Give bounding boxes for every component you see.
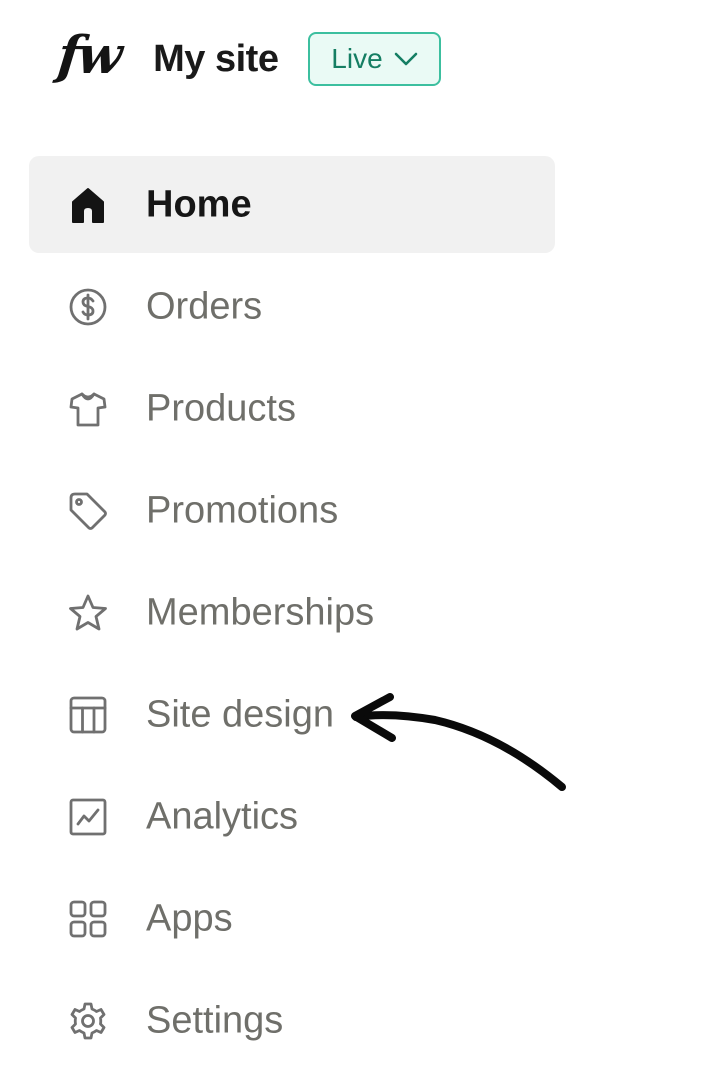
chevron-down-icon bbox=[393, 50, 419, 68]
fw-logo[interactable]: fw bbox=[55, 25, 123, 86]
sidebar-nav: Home Orders Products Promotions Membersh… bbox=[29, 156, 555, 1074]
nav-item-home[interactable]: Home bbox=[29, 156, 555, 253]
nav-item-orders[interactable]: Orders bbox=[29, 258, 555, 355]
layout-icon bbox=[67, 694, 109, 736]
gear-icon bbox=[67, 1000, 109, 1042]
site-header: fw My site Live bbox=[55, 25, 442, 88]
nav-item-apps[interactable]: Apps bbox=[29, 870, 555, 967]
nav-label-analytics: Analytics bbox=[146, 795, 299, 837]
nav-label-orders: Orders bbox=[146, 285, 263, 327]
live-status-label: Live bbox=[331, 43, 383, 74]
home-icon bbox=[67, 184, 109, 226]
star-icon bbox=[67, 592, 109, 634]
nav-item-memberships[interactable]: Memberships bbox=[29, 564, 555, 661]
nav-item-promotions[interactable]: Promotions bbox=[29, 462, 555, 559]
nav-item-products[interactable]: Products bbox=[29, 360, 555, 457]
grid-icon bbox=[67, 898, 109, 940]
nav-item-settings[interactable]: Settings bbox=[29, 972, 555, 1069]
site-title: My site bbox=[153, 37, 279, 80]
live-status-dropdown[interactable]: Live bbox=[308, 32, 442, 86]
nav-label-memberships: Memberships bbox=[146, 591, 375, 633]
annotation-arrow bbox=[351, 693, 566, 791]
nav-label-products: Products bbox=[146, 387, 296, 429]
nav-label-promotions: Promotions bbox=[146, 489, 339, 531]
dollar-circle-icon bbox=[67, 286, 109, 328]
tag-icon bbox=[67, 490, 109, 532]
nav-label-home: Home bbox=[146, 183, 252, 225]
nav-label-site-design: Site design bbox=[146, 693, 335, 735]
chart-icon bbox=[67, 796, 109, 838]
nav-label-apps: Apps bbox=[146, 897, 233, 939]
nav-label-settings: Settings bbox=[146, 999, 284, 1041]
tshirt-icon bbox=[67, 388, 109, 430]
